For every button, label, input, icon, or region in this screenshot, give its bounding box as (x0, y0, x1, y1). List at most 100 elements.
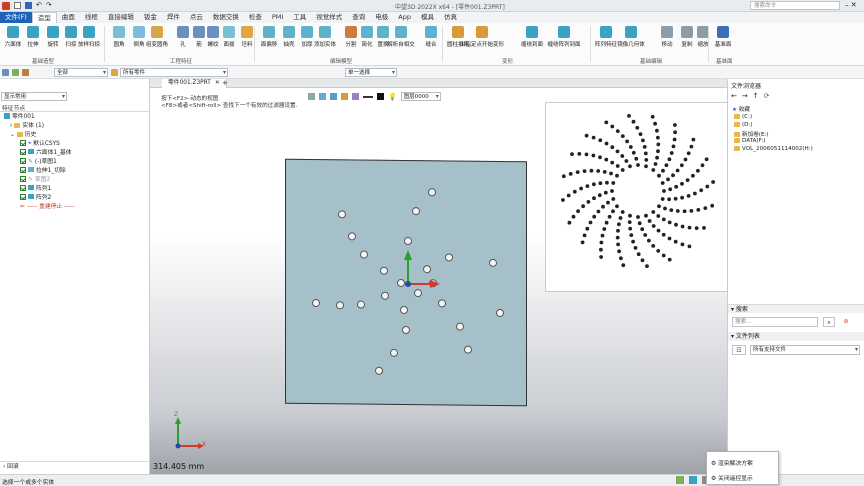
tree-item-extrude[interactable]: 拉伸1_切除 (20, 167, 66, 175)
color-icon[interactable] (377, 93, 384, 100)
menu-item[interactable]: PMI (267, 12, 288, 23)
pointer-icon[interactable] (2, 69, 9, 76)
menu-item[interactable]: 检查 (244, 12, 267, 23)
back-icon[interactable]: ← (731, 92, 737, 100)
model-triad[interactable] (398, 246, 446, 292)
expand-icon[interactable]: › (10, 123, 12, 129)
menu-item[interactable]: App (393, 12, 416, 23)
line-style-icon[interactable] (363, 95, 373, 98)
tree-item-block[interactable]: 六面体1_基体 (20, 149, 72, 157)
tree-item-history[interactable]: ⌄ 历史 (10, 131, 36, 139)
ribbon-button[interactable]: 基准面 (712, 25, 734, 53)
menu-item[interactable]: 文件(F) (0, 12, 32, 23)
tree-item-pattern2[interactable]: 阵列2 (20, 194, 51, 202)
hole[interactable] (357, 300, 365, 309)
ribbon-button[interactable]: 六面体 (2, 25, 24, 53)
hole[interactable] (402, 325, 410, 335)
hole[interactable] (390, 348, 398, 357)
hole[interactable] (412, 207, 420, 216)
hole[interactable] (428, 188, 436, 197)
hole[interactable] (438, 299, 446, 308)
menu-item[interactable]: 直接编辑 (103, 12, 139, 23)
search-icon[interactable]: ⌕ (823, 317, 835, 327)
render-status-icon[interactable] (676, 476, 684, 484)
lightbulb-icon[interactable]: 💡 (388, 93, 397, 101)
menu-item[interactable]: 点云 (185, 12, 208, 23)
menu-item[interactable]: 查询 (347, 12, 370, 23)
tree-item-part[interactable]: 零件001 (4, 113, 35, 121)
ribbon-button[interactable]: 圆柱折弯 (447, 25, 469, 53)
view-cube-icon[interactable] (319, 93, 326, 100)
menu-item[interactable]: 数据交换 (208, 12, 244, 23)
command-search-input[interactable]: 搜索命令 (750, 1, 840, 10)
menu-item[interactable]: 工具 (288, 12, 311, 23)
filter-parts-combo[interactable]: 所有零件 (120, 68, 228, 77)
visibility-checkbox[interactable] (20, 194, 26, 200)
display-status-icon[interactable] (689, 476, 697, 484)
forward-icon[interactable]: → (742, 92, 748, 100)
close-tab-icon[interactable]: ✕ (215, 80, 220, 86)
ribbon-button[interactable]: 由指定点开始变形 (460, 25, 504, 53)
new-tab-icon[interactable]: + (222, 79, 228, 88)
file-search-input[interactable]: 搜索... (732, 317, 818, 327)
hole[interactable] (445, 253, 453, 262)
ribbon-button[interactable]: 拉伸 (22, 25, 44, 53)
clear-search-icon[interactable]: ⊘ (840, 317, 852, 327)
hole[interactable] (381, 291, 389, 300)
hole[interactable] (464, 345, 472, 354)
visibility-checkbox[interactable] (20, 185, 26, 191)
shading-icon[interactable] (330, 93, 337, 100)
visibility-checkbox[interactable] (20, 176, 26, 182)
menu-item[interactable]: 焊件 (162, 12, 185, 23)
hole[interactable] (375, 366, 383, 375)
ribbon-button[interactable]: 组变圆角 (146, 25, 168, 53)
collapse-icon[interactable]: ⌄ (10, 132, 15, 138)
filter-view-icon[interactable] (352, 93, 359, 100)
drive-item[interactable]: (C:) (734, 114, 752, 120)
up-icon[interactable]: ↑ (753, 92, 759, 100)
drive-item[interactable]: 新加卷(E:) (734, 130, 769, 138)
render-icon[interactable] (341, 93, 348, 100)
menu-item[interactable]: 造型 (31, 11, 57, 24)
tree-item-sketch2[interactable]: ✎ 草图2 (20, 176, 50, 184)
favorites-item[interactable]: ★ 收藏 (732, 105, 750, 113)
hole[interactable] (400, 305, 408, 315)
ribbon-button[interactable]: 移动 (656, 25, 678, 53)
close-icon[interactable]: ✕ (851, 1, 857, 9)
document-tab[interactable]: 零件001.Z3PRT ✕ (162, 79, 227, 88)
tree-rebuild-stop[interactable]: ⇐ ----- 重建停止 ----- (20, 203, 75, 211)
ribbon-button[interactable]: 面偏移 (258, 25, 280, 53)
redo-icon[interactable]: ↷ (46, 2, 52, 9)
rollback-section[interactable]: › 回滚 (0, 461, 150, 471)
ribbon-button[interactable]: 镜像几何体 (617, 25, 645, 53)
view-mode-icon[interactable]: ☷ (732, 345, 746, 355)
hole[interactable] (336, 301, 344, 310)
file-filter-combo[interactable]: 所有支持文件 (750, 345, 860, 355)
visibility-checkbox[interactable] (20, 167, 26, 173)
hole[interactable] (496, 308, 504, 318)
search-section-header[interactable]: ▾ 搜索 (728, 304, 864, 313)
new-file-icon[interactable] (14, 2, 21, 9)
minimize-icon[interactable]: – (845, 1, 849, 9)
display-mode-combo[interactable]: 显示常用 (1, 92, 67, 101)
filter-parts-icon[interactable] (111, 69, 118, 76)
menu-item[interactable]: 视觉样式 (311, 12, 347, 23)
tree-item-pattern1[interactable]: 阵列1 (20, 185, 51, 193)
hole[interactable] (489, 258, 497, 267)
popup-item-render-solution[interactable]: ⚙ 渲染解决方案 (711, 458, 753, 467)
menu-item[interactable]: 钣金 (139, 12, 162, 23)
ribbon-button[interactable]: 缝合 (420, 25, 442, 53)
layer-combo[interactable]: 图层0000 (400, 92, 441, 101)
ribbon-button[interactable]: 阵列特征 (595, 25, 617, 53)
file-list-section-header[interactable]: ▾ 文件列表 (728, 332, 864, 341)
refresh-icon[interactable]: ⟳ (764, 92, 770, 100)
menu-item[interactable]: 仿真 (439, 12, 462, 23)
popup-item-close-remote[interactable]: ⚙ 关闭遥控显示 (711, 473, 753, 482)
tree-item-sketch1[interactable]: ✎ (-)草图1 (20, 158, 57, 166)
ribbon-button[interactable]: 缠绕到面 (521, 25, 543, 53)
drive-item[interactable]: (D:) (734, 122, 753, 128)
filter-icon[interactable] (22, 69, 29, 76)
tree-item-csys[interactable]: ⌖ 默认CSYS (20, 140, 60, 148)
menu-item[interactable]: 电极 (370, 12, 393, 23)
hole[interactable] (380, 266, 388, 275)
